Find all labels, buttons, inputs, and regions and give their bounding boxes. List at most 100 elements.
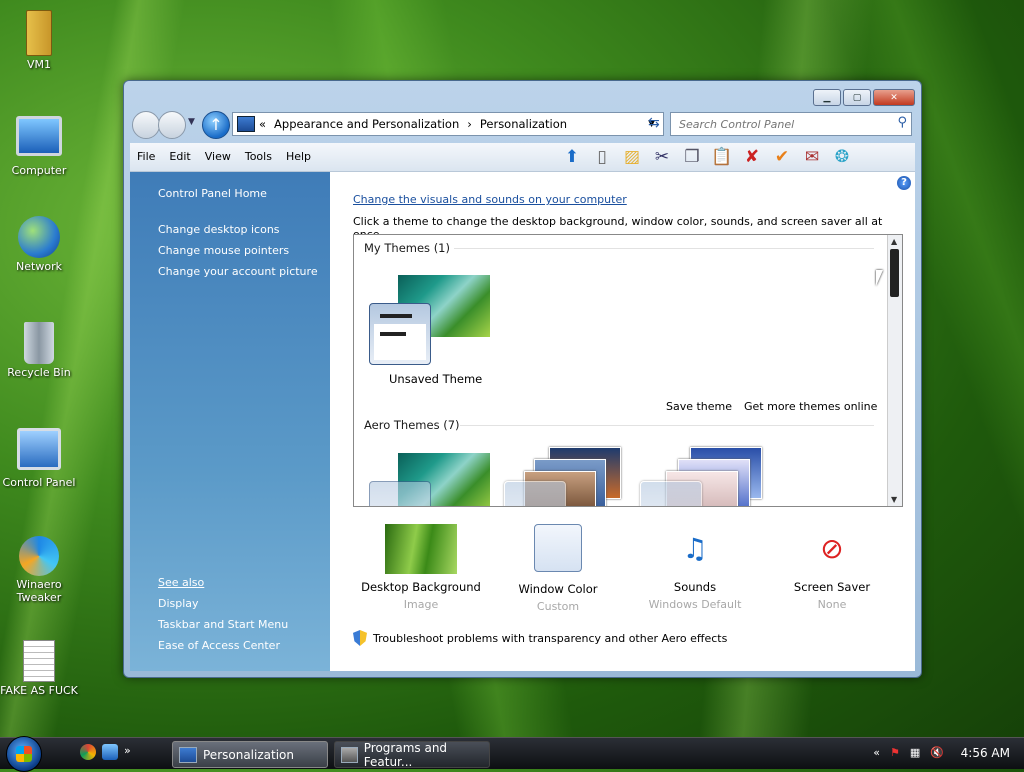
menu-tools[interactable]: Tools bbox=[238, 150, 279, 163]
scroll-thumb[interactable] bbox=[890, 249, 899, 297]
settings-items: Desktop Background Image Window Color Cu… bbox=[353, 524, 901, 614]
text-file-icon bbox=[23, 640, 55, 682]
paste-icon[interactable]: 📋 bbox=[710, 145, 734, 169]
scroll-up-icon[interactable]: ▲ bbox=[891, 237, 897, 246]
desktop-icon-text-file[interactable]: FAKE AS FUCK bbox=[0, 640, 78, 697]
troubleshoot-link[interactable]: Troubleshoot problems with transparency … bbox=[353, 630, 727, 646]
address-bar[interactable]: « Appearance and Personalization › Perso… bbox=[232, 112, 664, 136]
left-task-pane: Control Panel Home Change desktop icons … bbox=[130, 172, 330, 671]
folder-icon bbox=[26, 10, 52, 56]
up-icon[interactable]: ⬆ bbox=[560, 145, 584, 169]
computer-icon bbox=[16, 116, 62, 156]
search-icon[interactable]: ⚲ bbox=[897, 115, 907, 130]
window-preview-icon bbox=[504, 481, 566, 506]
tray-expand-icon[interactable]: « bbox=[873, 746, 880, 759]
uac-shield-icon bbox=[353, 630, 367, 646]
control-panel-icon bbox=[179, 746, 197, 763]
desktop-icon-control-panel[interactable]: Control Panel bbox=[0, 428, 78, 489]
search-box[interactable]: ⚲ bbox=[670, 112, 912, 136]
quick-launch-more-icon[interactable]: » bbox=[124, 744, 134, 760]
network-globe-icon bbox=[18, 216, 60, 258]
personalization-window: ▁ ▢ ✕ ▼ ↑ « Appearance and Personalizati… bbox=[123, 80, 922, 678]
show-desktop-icon[interactable] bbox=[102, 744, 118, 760]
screen-saver-item[interactable]: ⊘ Screen Saver None bbox=[764, 524, 900, 611]
panel-icon[interactable]: ▯ bbox=[590, 145, 614, 169]
flag-icon[interactable]: ⚑ bbox=[890, 746, 900, 759]
control-panel-crumb-icon bbox=[237, 116, 255, 132]
desktop-icon-computer[interactable]: Computer bbox=[0, 116, 78, 177]
menu-view[interactable]: View bbox=[198, 150, 238, 163]
shell-icon[interactable]: ❂ bbox=[830, 145, 854, 169]
theme-list-scrollbar[interactable]: ▲ ▼ bbox=[887, 235, 902, 506]
theme-name: Unsaved Theme bbox=[389, 372, 483, 386]
breadcrumb-personalization[interactable]: Personalization bbox=[480, 117, 567, 131]
desktop-icon-winaero-tweaker[interactable]: Winaero Tweaker bbox=[0, 536, 78, 604]
close-button[interactable]: ✕ bbox=[873, 89, 915, 106]
chrome-icon[interactable] bbox=[80, 744, 96, 760]
screen-saver-icon: ⊘ bbox=[820, 532, 844, 565]
change-mouse-pointers-link[interactable]: Change mouse pointers bbox=[158, 244, 289, 257]
save-theme-link[interactable]: Save theme bbox=[666, 400, 732, 413]
sounds-item[interactable]: ♫ Sounds Windows Default bbox=[627, 524, 763, 611]
volume-muted-icon[interactable]: 🔇 bbox=[930, 746, 944, 759]
taskbar-start-menu-link[interactable]: Taskbar and Start Menu bbox=[158, 618, 288, 631]
group-divider bbox=[454, 248, 874, 249]
scroll-down-icon[interactable]: ▼ bbox=[891, 495, 897, 504]
copy-icon[interactable]: ❐ bbox=[680, 145, 704, 169]
cut-icon[interactable]: ✂ bbox=[650, 145, 674, 169]
menu-edit[interactable]: Edit bbox=[162, 150, 197, 163]
menu-file[interactable]: File bbox=[130, 150, 162, 163]
change-account-picture-link[interactable]: Change your account picture bbox=[158, 265, 318, 278]
group-divider bbox=[460, 425, 874, 426]
network-icon[interactable]: ▦ bbox=[910, 746, 920, 759]
change-desktop-icons-link[interactable]: Change desktop icons bbox=[158, 223, 280, 236]
window-color-item[interactable]: Window Color Custom bbox=[490, 524, 626, 613]
quick-launch: » bbox=[80, 744, 134, 760]
control-panel-icon bbox=[17, 428, 61, 470]
window-preview-icon bbox=[640, 481, 702, 506]
start-button[interactable] bbox=[6, 736, 42, 772]
refresh-icon[interactable]: ⇆ bbox=[648, 115, 660, 131]
control-panel-home-link[interactable]: Control Panel Home bbox=[158, 187, 267, 200]
clock[interactable]: 4:56 AM bbox=[961, 746, 1010, 760]
up-arrow-icon[interactable]: ↑ bbox=[202, 111, 230, 139]
menu-help[interactable]: Help bbox=[279, 150, 318, 163]
history-dropdown-icon[interactable]: ▼ bbox=[188, 117, 195, 127]
breadcrumb-appearance[interactable]: Appearance and Personalization bbox=[274, 117, 459, 131]
page-title-link[interactable]: Change the visuals and sounds on your co… bbox=[353, 193, 627, 206]
group-aero-themes: Aero Themes (7) bbox=[364, 418, 460, 432]
desktop-icon-recycle-bin[interactable]: Recycle Bin bbox=[0, 322, 78, 379]
help-icon[interactable]: ? bbox=[897, 176, 911, 190]
theme-characters[interactable] bbox=[640, 447, 762, 506]
mail-icon[interactable]: ✉ bbox=[800, 145, 824, 169]
forward-button[interactable] bbox=[158, 111, 186, 139]
maximize-button[interactable]: ▢ bbox=[843, 89, 871, 106]
taskbar-button-programs[interactable]: Programs and Featur... bbox=[334, 741, 490, 769]
content-area: Control Panel Home Change desktop icons … bbox=[130, 172, 915, 671]
recycle-bin-icon bbox=[24, 322, 54, 364]
minimize-button[interactable]: ▁ bbox=[813, 89, 841, 106]
menu-bar: File Edit View Tools Help ⬆ ▯ ▨ ✂ ❐ 📋 ✘ … bbox=[130, 143, 915, 172]
delete-icon[interactable]: ✘ bbox=[740, 145, 764, 169]
windows-logo-icon bbox=[16, 746, 32, 762]
desktop-background-item[interactable]: Desktop Background Image bbox=[353, 524, 489, 611]
theme-architecture[interactable] bbox=[504, 447, 624, 506]
desktop-icon-vm1[interactable]: VM1 bbox=[0, 10, 78, 71]
theme-list[interactable]: My Themes (1) Unsaved Theme Save theme G… bbox=[353, 234, 903, 507]
sounds-icon: ♫ bbox=[682, 532, 708, 565]
checkmark-icon[interactable]: ✔ bbox=[770, 145, 794, 169]
window-preview-icon bbox=[369, 303, 431, 365]
winaero-tweaker-icon bbox=[19, 536, 59, 576]
back-button[interactable] bbox=[132, 111, 160, 139]
desktop-icon-network[interactable]: Network bbox=[0, 216, 78, 273]
search-input[interactable] bbox=[671, 113, 881, 135]
breadcrumb-chevron-icon: « bbox=[259, 117, 267, 131]
main-pane: ? Change the visuals and sounds on your … bbox=[330, 172, 915, 671]
address-row: ▼ ↑ « Appearance and Personalization › P… bbox=[130, 109, 915, 139]
desktop-background-icon bbox=[385, 524, 457, 574]
display-link[interactable]: Display bbox=[158, 597, 199, 610]
taskbar-button-personalization[interactable]: Personalization bbox=[172, 741, 328, 768]
ease-of-access-link[interactable]: Ease of Access Center bbox=[158, 639, 280, 652]
folder-options-icon[interactable]: ▨ bbox=[620, 145, 644, 169]
get-more-themes-link[interactable]: Get more themes online bbox=[744, 400, 877, 413]
